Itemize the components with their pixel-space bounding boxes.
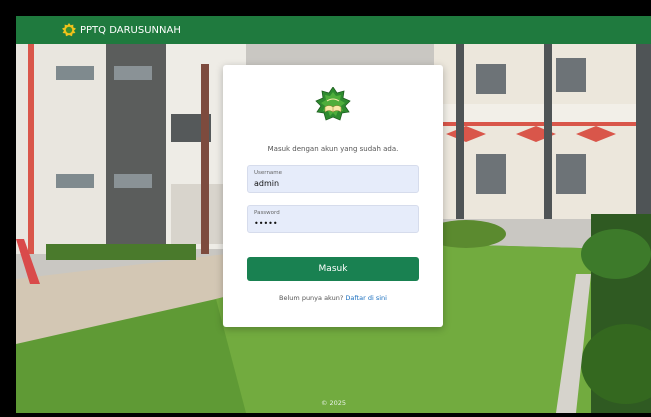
username-label: Username [254,170,283,176]
pesantren-logo-icon [62,23,76,37]
login-card: Masuk dengan akun yang sudah ada. Userna… [223,65,443,327]
signup-link[interactable]: Daftar di sini [345,294,387,302]
login-subtitle: Masuk dengan akun yang sudah ada. [267,145,399,153]
username-field[interactable]: Username admin [247,165,419,193]
footer-copyright: © 2025 [320,399,347,407]
password-label: Password [254,210,280,216]
username-value[interactable]: admin [254,179,279,188]
app-frame: PPTQ DARUSUNNAH Masuk dengan akun yang s… [16,16,651,413]
signup-prompt: Belum punya akun? Daftar di sini [223,294,443,302]
password-value[interactable]: ••••• [254,219,278,228]
top-navbar: PPTQ DARUSUNNAH [16,16,651,44]
brand-name: PPTQ DARUSUNNAH [80,24,181,36]
brand-link[interactable]: PPTQ DARUSUNNAH [62,23,181,37]
login-submit-button[interactable]: Masuk [247,257,419,281]
star-book-emblem-icon [315,86,351,123]
password-field[interactable]: Password ••••• [247,205,419,233]
signup-prompt-text: Belum punya akun? [279,294,346,302]
